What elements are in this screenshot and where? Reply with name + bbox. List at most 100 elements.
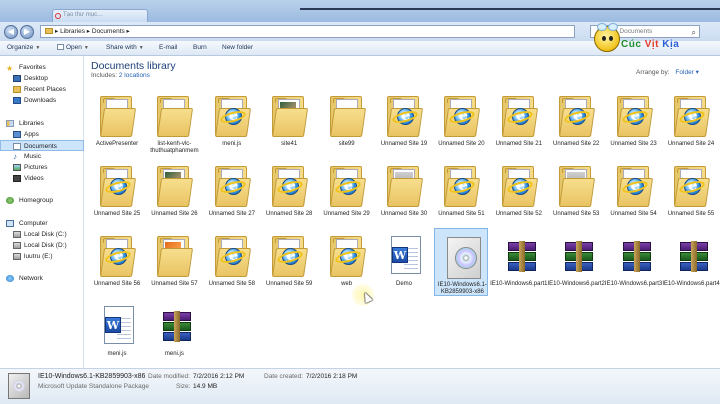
- file-item[interactable]: Wmeni.js: [90, 298, 144, 366]
- file-item[interactable]: W Demo: [377, 228, 431, 296]
- organize-button[interactable]: Organize ▼: [7, 41, 40, 55]
- share-with-button[interactable]: Share with ▼: [106, 41, 144, 55]
- sidebar-item-computer[interactable]: Computer: [0, 218, 84, 229]
- file-item[interactable]: meni.js: [205, 88, 259, 156]
- file-label: Unnamed Site 21: [495, 141, 542, 147]
- sidebar-item-local-disk-d[interactable]: Local Disk (D:): [0, 240, 84, 251]
- file-item[interactable]: Unnamed Site 55: [664, 158, 718, 226]
- file-icon-wrap: [155, 92, 194, 138]
- organize-label: Organize: [7, 44, 34, 51]
- file-label: meni.js: [107, 351, 127, 357]
- word-badge: W: [392, 247, 408, 263]
- file-item[interactable]: IE10-Windows6.part4: [662, 228, 720, 296]
- file-item[interactable]: Unnamed Site 21: [492, 88, 546, 156]
- locations-link[interactable]: 2 locations: [119, 72, 150, 79]
- file-label: Unnamed Site 56: [93, 281, 141, 287]
- file-item[interactable]: IE10-Windows6.1-KB2859903-x86: [434, 228, 489, 296]
- burn-button[interactable]: Burn: [193, 41, 207, 55]
- file-item[interactable]: Unnamed Site 58: [205, 228, 259, 296]
- sidebar-item-desktop[interactable]: Desktop: [0, 73, 84, 84]
- file-item[interactable]: IE10-Windows6.part3: [605, 228, 662, 296]
- sidebar-item-label: Local Disk (D:): [24, 242, 67, 249]
- sidebar-item-homegroup[interactable]: Homegroup: [0, 195, 84, 206]
- file-icon-wrap: [557, 92, 596, 138]
- word-document-icon: W: [391, 236, 421, 274]
- file-item[interactable]: ActivePresenter: [90, 88, 144, 156]
- forward-button[interactable]: ▶: [20, 25, 34, 39]
- file-item[interactable]: Unnamed Site 56: [90, 228, 144, 296]
- file-icon-wrap: [672, 162, 711, 208]
- file-item[interactable]: Unnamed Site 51: [434, 158, 488, 226]
- file-item[interactable]: Unnamed Site 22: [549, 88, 603, 156]
- navigation-pane: ★ Favorites Desktop Recent Places Downloa…: [0, 56, 84, 368]
- browser-tab[interactable]: Tạo thư mục…: [52, 9, 148, 22]
- file-label: Unnamed Site 22: [553, 141, 600, 147]
- open-label: Open: [66, 44, 82, 51]
- sidebar-item-label: Local Disk (C:): [24, 231, 67, 238]
- file-item[interactable]: Unnamed Site 59: [262, 228, 316, 296]
- arrange-by-label: Arrange by:: [636, 69, 670, 76]
- sidebar-item-apps[interactable]: Apps: [0, 129, 84, 140]
- file-item[interactable]: list-kenh-vlc-thuthuatphanmem: [147, 88, 201, 156]
- sidebar-item-music[interactable]: ♪ Music: [0, 151, 84, 162]
- file-item[interactable]: Unnamed Site 27: [205, 158, 259, 226]
- file-item[interactable]: Unnamed Site 28: [262, 158, 316, 226]
- details-filetype: Microsoft Update Standalone Package: [38, 383, 149, 390]
- chevron-down-icon: ▼: [35, 45, 41, 51]
- winrar-archive-icon: [622, 241, 651, 272]
- homegroup-icon: [6, 197, 14, 204]
- file-item[interactable]: Unnamed Site 24: [664, 88, 718, 156]
- open-button[interactable]: Open ▼: [57, 41, 89, 55]
- file-item[interactable]: site41: [262, 88, 316, 156]
- file-icon-wrap: [615, 232, 653, 278]
- file-icon-wrap: [98, 92, 137, 138]
- sidebar-item-libraries[interactable]: Libraries: [0, 118, 84, 129]
- file-item[interactable]: Unnamed Site 57: [147, 228, 201, 296]
- file-item[interactable]: Unnamed Site 54: [607, 158, 661, 226]
- installer-package-icon: [447, 237, 482, 279]
- sidebar-item-favorites[interactable]: ★ Favorites: [0, 62, 84, 73]
- file-label: list-kenh-vlc-thuthuatphanmem: [150, 141, 199, 154]
- file-item[interactable]: IE10-Windows6.part1: [490, 228, 547, 296]
- file-icon-wrap: [328, 162, 366, 208]
- sidebar-item-pictures[interactable]: Pictures: [0, 162, 84, 173]
- file-item[interactable]: Unnamed Site 20: [434, 88, 488, 156]
- file-icon-wrap: [213, 232, 251, 278]
- new-folder-button[interactable]: New folder: [222, 41, 253, 55]
- sidebar-item-downloads[interactable]: Downloads: [0, 95, 84, 106]
- file-item[interactable]: Unnamed Site 53: [549, 158, 603, 226]
- file-item[interactable]: Unnamed Site 25: [90, 158, 144, 226]
- file-item[interactable]: Unnamed Site 52: [492, 158, 546, 226]
- file-item[interactable]: site99: [320, 88, 374, 156]
- folder-front: [272, 108, 309, 137]
- sidebar-item-recent-places[interactable]: Recent Places: [0, 84, 84, 95]
- file-item[interactable]: Unnamed Site 23: [607, 88, 661, 156]
- file-label: site41: [281, 141, 298, 147]
- file-item[interactable]: Unnamed Site 19: [377, 88, 431, 156]
- apps-icon: [13, 131, 21, 138]
- sidebar-item-local-disk-c[interactable]: Local Disk (C:): [0, 229, 84, 240]
- breadcrumb[interactable]: ▸ Libraries ▸ Documents ▸: [55, 28, 130, 35]
- wing-icon: [608, 23, 618, 31]
- logo-part-3: Kịa: [662, 39, 680, 50]
- file-item[interactable]: Unnamed Site 30: [377, 158, 431, 226]
- sidebar-item-videos[interactable]: Videos: [0, 173, 84, 184]
- desktop-icon: [13, 75, 21, 82]
- sidebar-item-label: Apps: [24, 131, 39, 138]
- arrange-by-dropdown[interactable]: Folder ▾: [675, 69, 699, 76]
- sidebar-item-network[interactable]: Network: [0, 273, 84, 284]
- file-label: Unnamed Site 26: [151, 211, 198, 217]
- file-item[interactable]: IE10-Windows6.part2: [547, 228, 605, 296]
- sidebar-item-luutru-e[interactable]: luutru (E:): [0, 251, 84, 262]
- file-label: Unnamed Site 53: [553, 211, 600, 217]
- file-item[interactable]: Unnamed Site 26: [147, 158, 201, 226]
- address-bar[interactable]: ▸ Libraries ▸ Documents ▸: [40, 25, 575, 38]
- back-button[interactable]: ◀: [4, 25, 18, 39]
- file-item[interactable]: Unnamed Site 29: [320, 158, 374, 226]
- file-item[interactable]: meni.js: [147, 298, 201, 366]
- winrar-archive-icon: [565, 241, 594, 272]
- email-button[interactable]: E-mail: [159, 41, 177, 55]
- file-label: Unnamed Site 57: [151, 281, 198, 287]
- sidebar-item-documents[interactable]: Documents: [0, 140, 84, 151]
- file-label: IE10-Windows6.part2: [547, 281, 605, 287]
